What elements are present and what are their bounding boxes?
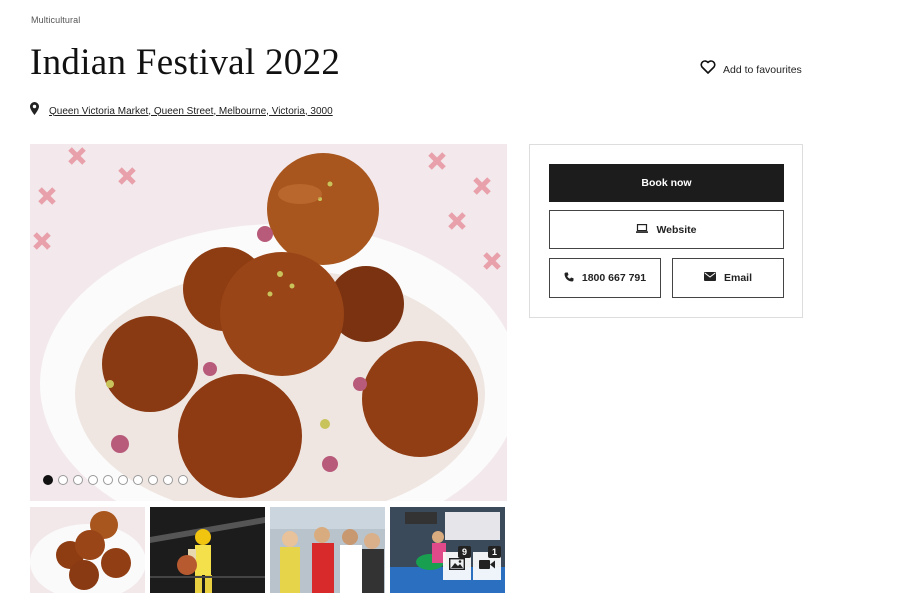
- thumbnail-festival-crowd[interactable]: [270, 507, 385, 593]
- booking-panel: Book now Website 1800 667 791 Email: [529, 144, 803, 318]
- book-now-button[interactable]: Book now: [549, 164, 784, 202]
- slide-dot[interactable]: [148, 475, 158, 485]
- phone-icon: [564, 272, 574, 285]
- laptop-icon: [636, 223, 649, 236]
- video-count-button[interactable]: 1: [473, 546, 501, 580]
- video-count: 1: [487, 546, 501, 558]
- email-label: Email: [723, 272, 752, 284]
- slide-indicator: [43, 475, 188, 485]
- add-to-favourites-button[interactable]: Add to favourites: [700, 60, 802, 79]
- media-counts: 9 1: [443, 546, 501, 580]
- website-label: Website: [656, 223, 697, 236]
- address-link[interactable]: Queen Victoria Market, Queen Street, Mel…: [49, 106, 333, 117]
- slide-dot[interactable]: [133, 475, 143, 485]
- favourite-label: Add to favourites: [723, 63, 802, 76]
- slide-dot[interactable]: [88, 475, 98, 485]
- image-icon: [448, 557, 466, 575]
- slide-dot[interactable]: [58, 475, 68, 485]
- thumbnail-strip: [30, 507, 505, 593]
- photo-count-button[interactable]: 9: [443, 546, 471, 580]
- slide-dot[interactable]: [163, 475, 173, 485]
- website-button[interactable]: Website: [549, 210, 784, 249]
- slide-dot[interactable]: [73, 475, 83, 485]
- phone-label: 1800 667 791: [581, 272, 647, 284]
- photo-count: 9: [457, 546, 471, 558]
- map-pin-icon: [30, 102, 39, 120]
- video-camera-icon: [479, 557, 495, 575]
- slide-dot[interactable]: [43, 475, 53, 485]
- email-button[interactable]: Email: [672, 258, 784, 298]
- slide-dot[interactable]: [178, 475, 188, 485]
- heart-icon: [700, 60, 716, 79]
- envelope-icon: [703, 272, 716, 284]
- phone-button[interactable]: 1800 667 791: [549, 258, 661, 298]
- event-location: Queen Victoria Market, Queen Street, Mel…: [30, 102, 333, 120]
- main-gallery-image[interactable]: [30, 144, 507, 501]
- thumbnail-bhangra-dancer[interactable]: [150, 507, 265, 593]
- slide-dot[interactable]: [118, 475, 128, 485]
- page-title: Indian Festival 2022: [30, 42, 341, 83]
- book-now-label: Book now: [641, 177, 692, 189]
- thumbnail-gulab-jamun[interactable]: [30, 507, 145, 593]
- slide-dot[interactable]: [103, 475, 113, 485]
- category-label: Multicultural: [31, 15, 81, 25]
